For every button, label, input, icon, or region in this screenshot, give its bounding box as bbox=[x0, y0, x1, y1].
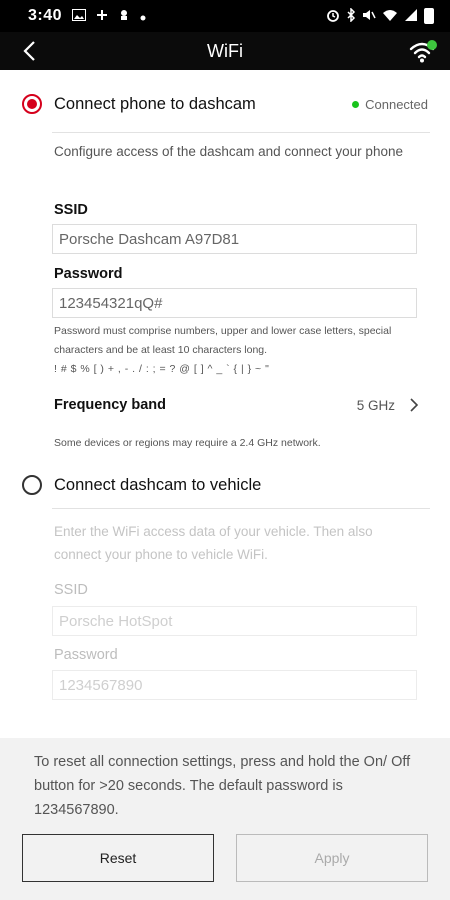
notification-app-icon bbox=[118, 9, 130, 24]
vehicle-section-header[interactable]: Connect dashcam to vehicle bbox=[0, 457, 450, 513]
wifi-signal-icon bbox=[382, 8, 398, 25]
vehicle-section-radio[interactable] bbox=[22, 475, 42, 495]
radio-dot bbox=[27, 99, 37, 109]
vehicle-section-title: Connect dashcam to vehicle bbox=[54, 475, 262, 494]
vehicle-password-label: Password bbox=[54, 647, 118, 663]
vehicle-ssid-label: SSID bbox=[54, 582, 88, 598]
battery-icon bbox=[424, 8, 434, 24]
app-bar: WiFi bbox=[0, 32, 450, 70]
vehicle-ssid-input[interactable] bbox=[52, 606, 417, 636]
vehicle-password-input[interactable] bbox=[52, 670, 417, 700]
phone-ssid-label: SSID bbox=[54, 202, 88, 218]
connection-status: Connected bbox=[352, 97, 428, 112]
back-button[interactable] bbox=[14, 36, 44, 66]
footer-panel: To reset all connection settings, press … bbox=[0, 738, 450, 900]
phone-section-header[interactable]: Connect phone to dashcam Connected bbox=[0, 76, 450, 132]
phone-password-label: Password bbox=[54, 266, 123, 282]
frequency-band-value: 5 GHz bbox=[356, 397, 395, 413]
phone-section-radio[interactable] bbox=[22, 94, 42, 114]
divider bbox=[52, 508, 430, 509]
apply-button[interactable]: Apply bbox=[236, 834, 428, 882]
password-requirements-hint: Password must comprise numbers, upper an… bbox=[54, 325, 392, 356]
chevron-right-icon bbox=[410, 398, 419, 412]
wifi-connected-icon bbox=[408, 37, 438, 65]
phone-password-input[interactable] bbox=[52, 288, 417, 318]
page-title: WiFi bbox=[207, 40, 243, 61]
frequency-band-row[interactable]: Frequency band 5 GHz bbox=[54, 390, 419, 420]
status-bar: 3:40 bbox=[0, 0, 450, 32]
bluetooth-icon bbox=[346, 6, 356, 25]
gallery-icon bbox=[72, 8, 87, 24]
dot-icon bbox=[140, 9, 146, 24]
alarm-icon bbox=[326, 8, 340, 25]
frequency-band-hint: Some devices or regions may require a 2.… bbox=[54, 437, 321, 449]
phone-ssid-input[interactable] bbox=[52, 224, 417, 254]
frequency-band-label: Frequency band bbox=[54, 397, 166, 413]
plus-icon bbox=[96, 9, 108, 24]
status-time: 3:40 bbox=[28, 7, 63, 24]
cell-signal-icon bbox=[404, 8, 418, 25]
reset-button[interactable]: Reset bbox=[22, 834, 214, 882]
allowed-special-characters: ! # $ % [ ) + , - . / : ; = ? @ [ ] ^ _ … bbox=[54, 363, 270, 375]
divider bbox=[52, 132, 430, 133]
reset-instructions: To reset all connection settings, press … bbox=[34, 754, 411, 818]
vehicle-section-description: Enter the WiFi access data of your vehic… bbox=[54, 524, 373, 562]
mute-icon bbox=[362, 8, 376, 25]
connection-status-label: Connected bbox=[365, 96, 428, 112]
status-dot-icon bbox=[352, 100, 360, 108]
back-arrow-icon bbox=[23, 41, 35, 61]
phone-section-title: Connect phone to dashcam bbox=[54, 94, 256, 113]
phone-section-description: Configure access of the dashcam and conn… bbox=[54, 144, 403, 159]
wifi-settings-content: Connect phone to dashcam Connected Confi… bbox=[0, 70, 450, 738]
